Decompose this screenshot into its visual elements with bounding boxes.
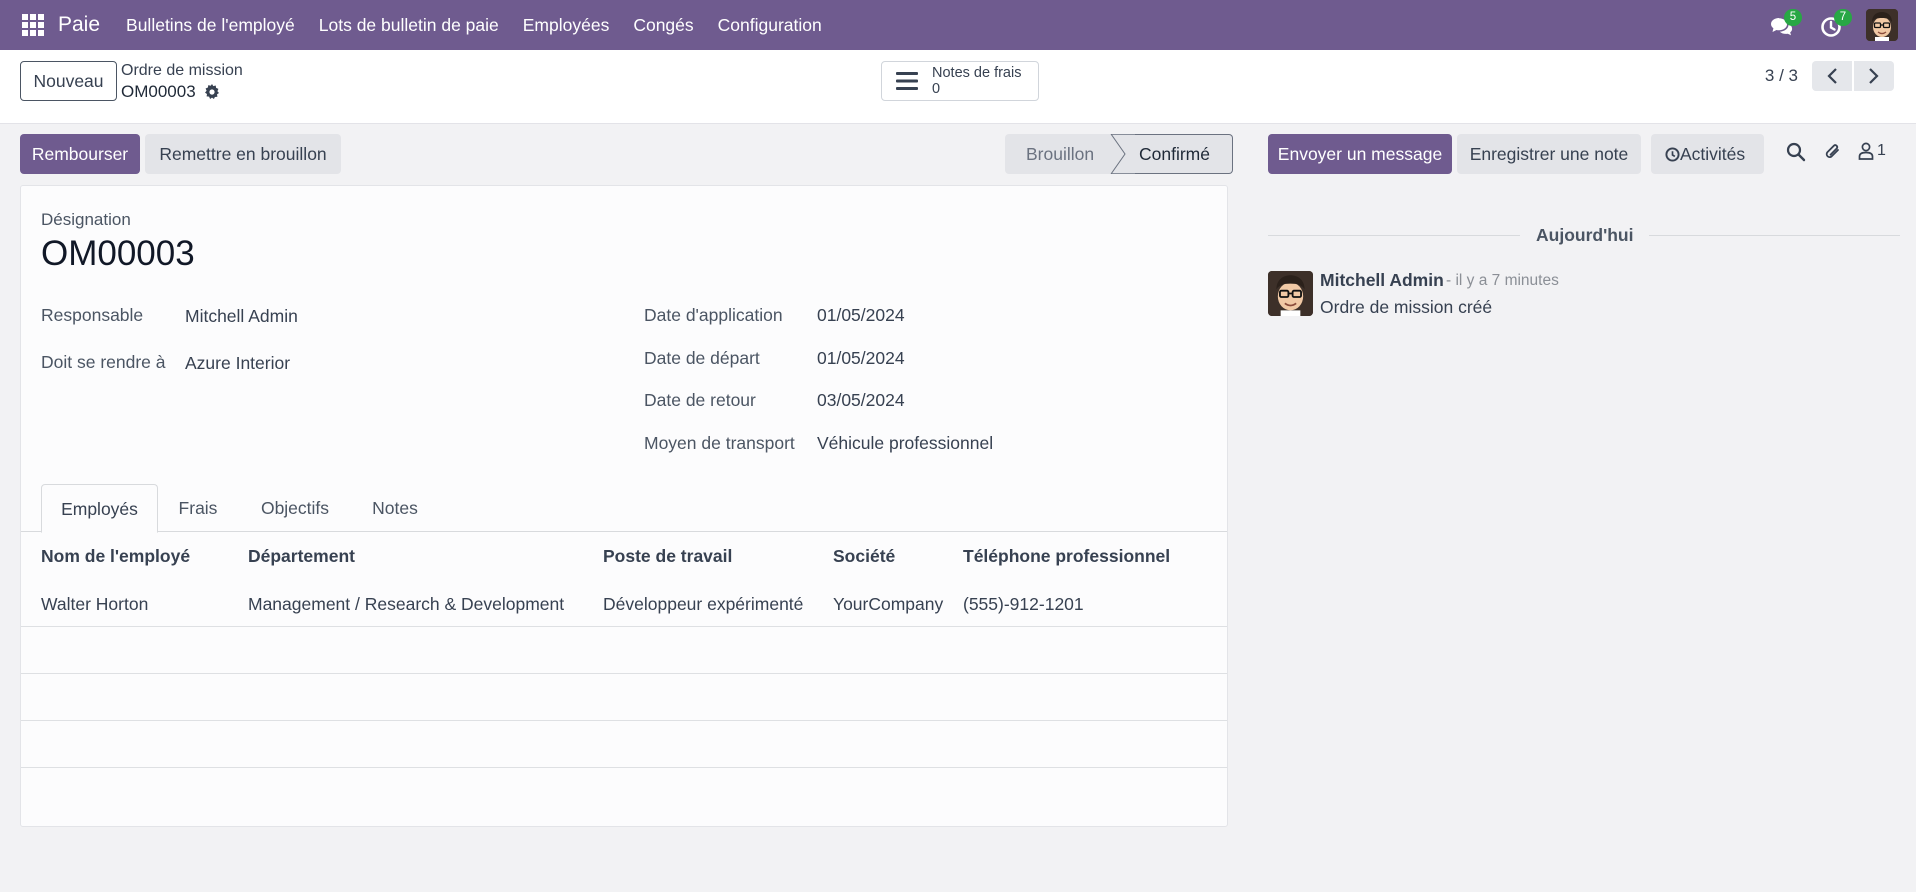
message-author[interactable]: Mitchell Admin	[1320, 270, 1444, 291]
stage-arrow-separator	[1103, 134, 1135, 174]
messaging-button[interactable]: 5	[1766, 9, 1802, 41]
pager: 3 / 3	[1765, 61, 1894, 91]
activities-button-chatter[interactable]: Activités	[1651, 134, 1764, 174]
cell-job-position: Développeur expérimenté	[603, 594, 804, 614]
paperclip-icon[interactable]	[1823, 141, 1843, 163]
notebook-tabs: Employés Frais Objectifs Notes	[21, 484, 1227, 533]
tab-notes[interactable]: Notes	[351, 484, 439, 532]
smart-button-label: Notes de frais	[932, 65, 1022, 81]
departure-date-label: Date de départ	[644, 348, 760, 368]
designation-value[interactable]: OM00003	[41, 234, 195, 274]
pager-previous-button[interactable]	[1812, 61, 1852, 91]
cell-department: Management / Research & Development	[248, 594, 565, 614]
destination-label: Doit se rendre à	[41, 352, 166, 372]
return-date-field[interactable]: 03/05/2024	[817, 390, 905, 411]
reimburse-button[interactable]: Rembourser	[20, 134, 140, 174]
tab-objectives[interactable]: Objectifs	[245, 484, 345, 532]
activities-count-badge: 7	[1834, 9, 1852, 26]
menu-item-configuration[interactable]: Configuration	[718, 15, 822, 36]
cell-employee-name: Walter Horton	[41, 594, 149, 614]
breadcrumb[interactable]: Ordre de mission	[121, 62, 243, 80]
transport-label: Moyen de transport	[644, 433, 795, 453]
activities-button[interactable]: 7	[1816, 9, 1852, 41]
systray: 5 7	[1766, 0, 1916, 50]
tab-expenses[interactable]: Frais	[168, 484, 228, 532]
manager-label: Responsable	[41, 305, 144, 325]
new-button[interactable]: Nouveau	[20, 61, 117, 101]
gear-icon[interactable]	[204, 84, 220, 100]
tab-employees[interactable]: Employés	[41, 484, 158, 533]
message-timestamp: - il y a 7 minutes	[1446, 272, 1559, 289]
chevron-right-icon	[1869, 68, 1879, 84]
record-title-line: OM00003	[121, 82, 220, 102]
transport-field[interactable]: Véhicule professionnel	[817, 433, 993, 454]
log-note-button[interactable]: Enregistrer une note	[1457, 134, 1641, 174]
pager-next-button[interactable]	[1854, 61, 1894, 91]
user-icon	[1858, 142, 1874, 160]
cell-work-phone: (555)-912-1201	[963, 594, 1084, 614]
departure-date-field[interactable]: 01/05/2024	[817, 348, 905, 369]
record-name: OM00003	[121, 82, 196, 101]
list-icon	[896, 71, 918, 91]
empty-table-row	[21, 721, 1227, 768]
destination-field[interactable]: Azure Interior	[185, 353, 290, 374]
top-navbar: Paie Bulletins de l'employé Lots de bull…	[0, 0, 1916, 50]
clock-icon	[1665, 146, 1680, 162]
menu-item-payslips[interactable]: Bulletins de l'employé	[126, 15, 295, 36]
designation-label: Désignation	[41, 210, 131, 229]
author-avatar[interactable]	[1268, 271, 1313, 316]
return-date-label: Date de retour	[644, 390, 756, 410]
menu-item-payslip-batches[interactable]: Lots de bulletin de paie	[319, 15, 499, 36]
column-employee-name[interactable]: Nom de l'employé	[41, 546, 190, 567]
manager-field[interactable]: Mitchell Admin	[185, 306, 298, 327]
message-body: Ordre de mission créé	[1320, 297, 1493, 317]
column-work-phone[interactable]: Téléphone professionnel	[963, 546, 1170, 567]
smart-button-count: 0	[932, 81, 941, 97]
empty-table-row	[21, 674, 1227, 721]
apps-menu-icon[interactable]	[22, 14, 44, 36]
column-job-position[interactable]: Poste de travail	[603, 546, 732, 567]
pager-value[interactable]: 3 / 3	[1765, 66, 1798, 86]
send-message-button[interactable]: Envoyer un message	[1268, 134, 1452, 174]
menu-item-leaves[interactable]: Congés	[633, 15, 693, 36]
date-separator: Aujourd'hui	[1520, 225, 1650, 246]
table-header: Nom de l'employé Département Poste de tr…	[21, 532, 1227, 580]
followers-button[interactable]: 1	[1858, 142, 1886, 160]
app-name[interactable]: Paie	[58, 13, 100, 37]
stage-draft[interactable]: Brouillon	[1005, 134, 1113, 174]
cell-company: YourCompany	[833, 594, 944, 614]
table-row[interactable]: Walter Horton Management / Research & De…	[21, 580, 1227, 627]
expense-notes-smart-button[interactable]: Notes de frais 0	[881, 61, 1039, 101]
chevron-left-icon	[1827, 68, 1837, 84]
search-icon[interactable]	[1786, 142, 1806, 162]
messages-count-badge: 5	[1784, 9, 1802, 26]
user-avatar[interactable]	[1866, 9, 1898, 41]
application-date-label: Date d'application	[644, 305, 783, 325]
activities-label: Activités	[1680, 143, 1746, 164]
form-sheet: Désignation OM00003 Responsable Mitchell…	[20, 185, 1228, 827]
empty-table-row	[21, 627, 1227, 674]
application-date-field[interactable]: 01/05/2024	[817, 305, 905, 326]
main-menu: Bulletins de l'employé Lots de bulletin …	[126, 15, 822, 36]
reset-to-draft-button[interactable]: Remettre en brouillon	[145, 134, 341, 174]
column-department[interactable]: Département	[248, 546, 355, 567]
menu-item-employees[interactable]: Employées	[523, 15, 610, 36]
control-panel: Nouveau Ordre de mission OM00003 Notes d…	[0, 50, 1916, 124]
column-company[interactable]: Société	[833, 546, 895, 567]
followers-count: 1	[1877, 142, 1886, 159]
